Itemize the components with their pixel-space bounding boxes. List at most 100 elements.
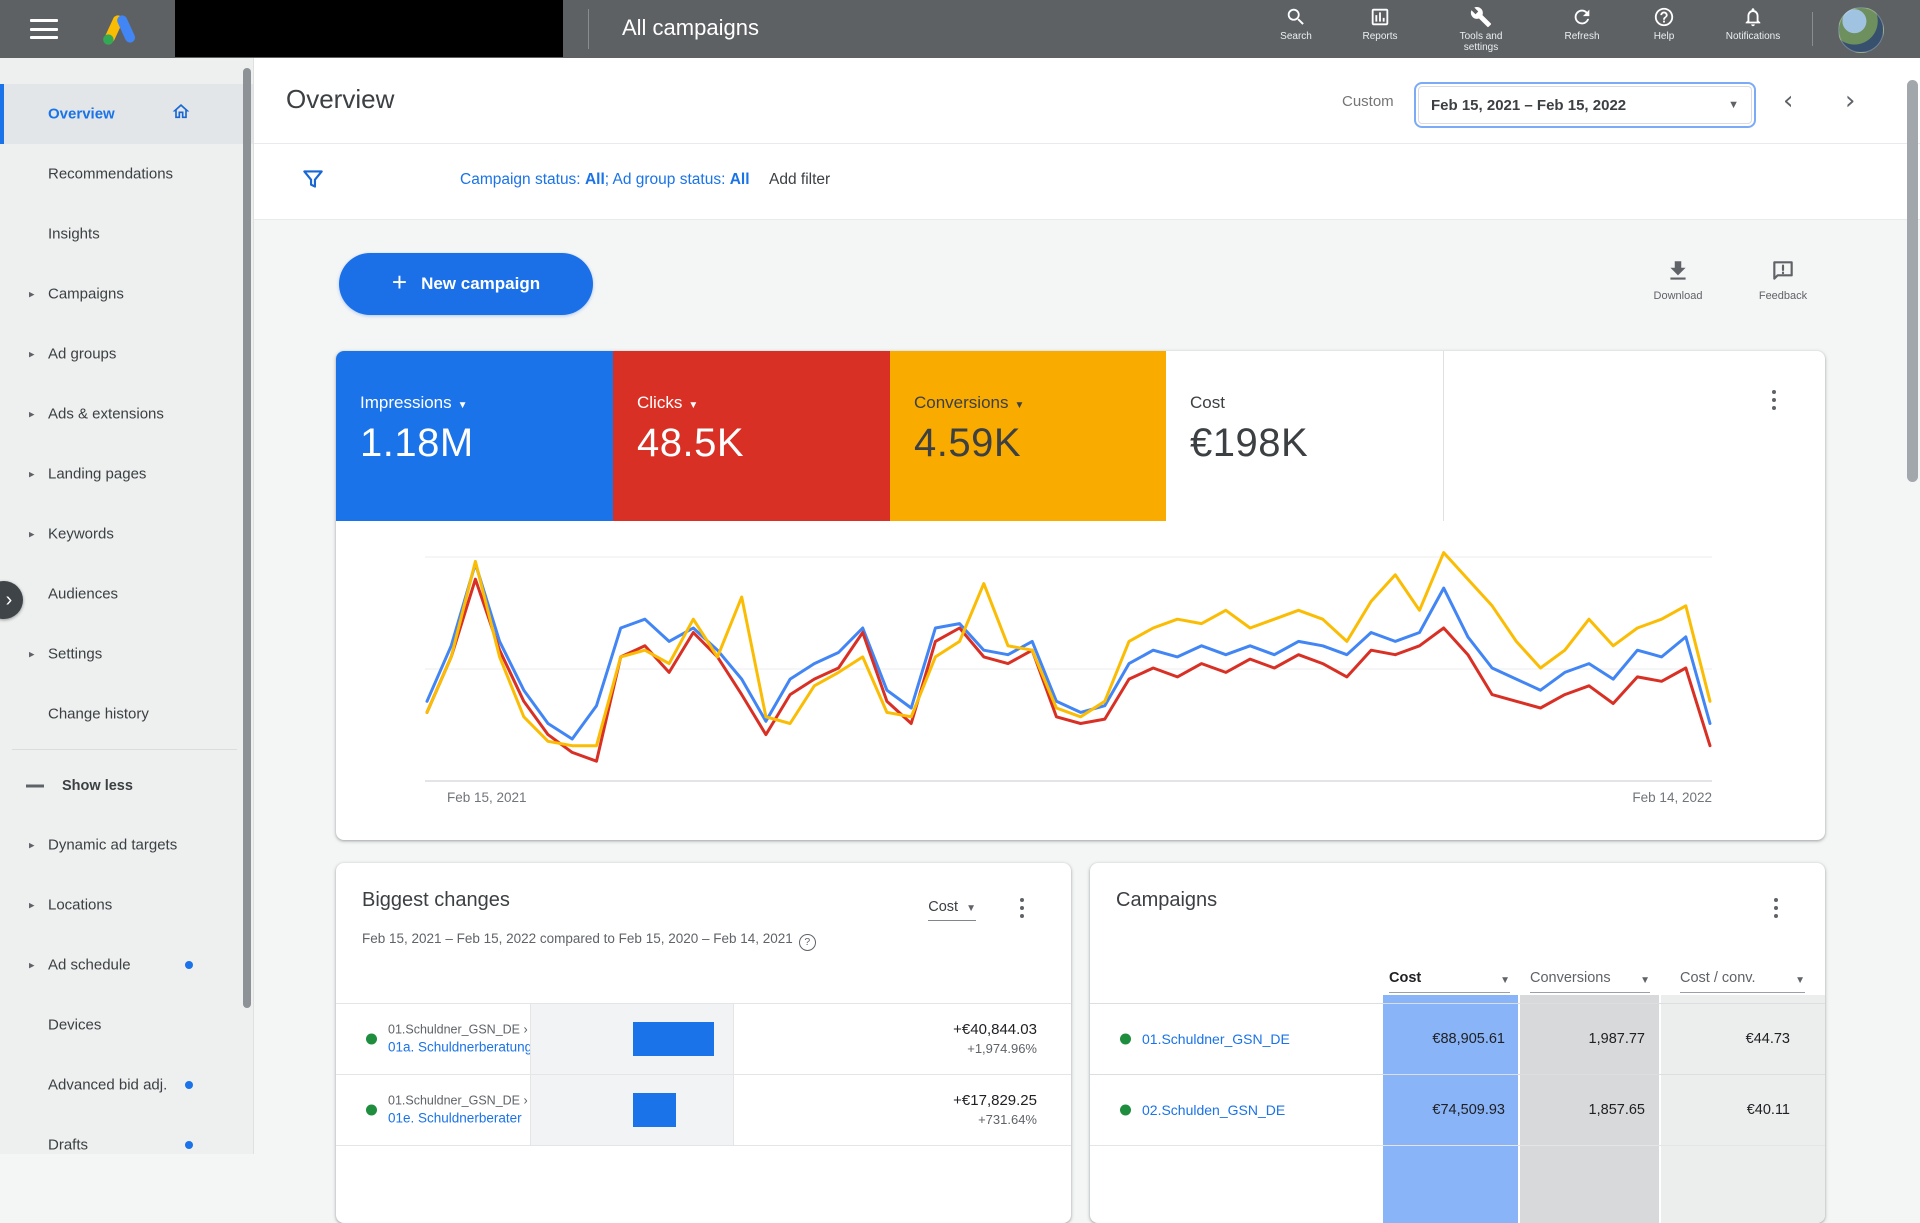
expand-caret-icon: ▸ xyxy=(29,648,35,661)
cost-cell: €74,509.93 xyxy=(1381,1102,1518,1118)
sidebar-item-audiences[interactable]: Audiences xyxy=(0,564,253,624)
sidebar-item-settings[interactable]: ▸Settings xyxy=(0,624,253,684)
change-bar xyxy=(633,1022,714,1056)
clicks-value: 48.5K xyxy=(637,421,744,466)
chevron-down-icon: ▼ xyxy=(458,400,468,411)
chevron-down-icon: ▼ xyxy=(1640,975,1650,986)
tools-button[interactable]: Tools and settings xyxy=(1435,6,1527,53)
search-label: Search xyxy=(1250,31,1342,42)
scorecard-conversions[interactable]: Conversions▼ 4.59K xyxy=(890,351,1166,521)
sidebar-item-insights[interactable]: Insights xyxy=(0,204,253,264)
date-range-picker[interactable]: Feb 15, 2021 – Feb 15, 2022 ▼ xyxy=(1418,86,1752,124)
status-dot xyxy=(1120,1105,1131,1116)
previous-period-button[interactable]: ‹ xyxy=(1783,86,1793,116)
navigation-sidebar: Overview Recommendations Insights ▸Campa… xyxy=(0,58,254,1154)
table-row: 01.Schuldner_GSN_DE €88,905.61 1,987.77 … xyxy=(1090,1003,1825,1074)
feedback-button[interactable]: Feedback xyxy=(1738,258,1828,302)
reports-label: Reports xyxy=(1334,31,1426,42)
topbar-divider xyxy=(588,9,589,49)
notification-dot xyxy=(185,1081,193,1089)
menu-icon[interactable] xyxy=(30,19,58,39)
metric-selector[interactable]: Cost▼ xyxy=(928,899,976,921)
campaign-link[interactable]: 01.Schuldner_GSN_DE xyxy=(1142,1031,1290,1047)
sidebar-item-locations[interactable]: ▸Locations xyxy=(0,875,253,935)
redacted-account-name xyxy=(175,0,563,57)
ad-group-link[interactable]: 01e. Schuldnerberater xyxy=(388,1110,528,1128)
card-menu-kebab-icon[interactable] xyxy=(1765,387,1783,413)
reports-icon xyxy=(1334,6,1426,28)
table-row: 01.Schuldner_GSN_DE › 01e. Schuldnerbera… xyxy=(336,1074,1071,1145)
scorecard-cost[interactable]: Cost €198K xyxy=(1166,351,1444,521)
change-percent: +1,974.96% xyxy=(967,1040,1037,1058)
add-filter-button[interactable]: Add filter xyxy=(769,171,830,189)
x-axis-end-label: Feb 14, 2022 xyxy=(1632,790,1712,805)
change-percent: +731.64% xyxy=(978,1111,1037,1129)
download-button[interactable]: Download xyxy=(1633,258,1723,302)
sidebar-item-drafts[interactable]: Drafts xyxy=(0,1115,253,1175)
campaign-path: 01.Schuldner_GSN_DE › xyxy=(388,1093,528,1110)
date-range-focus-ring: Feb 15, 2021 – Feb 15, 2022 ▼ xyxy=(1414,82,1756,128)
search-button[interactable]: Search xyxy=(1250,6,1342,42)
column-header-cost-per-conv[interactable]: Cost / conv.▼ xyxy=(1680,970,1805,993)
sidebar-item-recommendations[interactable]: Recommendations xyxy=(0,144,253,204)
download-icon xyxy=(1633,258,1723,284)
impressions-value: 1.18M xyxy=(360,421,474,466)
scorecard-clicks[interactable]: Clicks▼ 48.5K xyxy=(613,351,890,521)
change-bar xyxy=(633,1093,676,1127)
trend-line-conversions xyxy=(427,553,1710,746)
column-header-conversions[interactable]: Conversions▼ xyxy=(1530,970,1650,993)
sidebar-item-campaigns[interactable]: ▸Campaigns xyxy=(0,264,253,324)
show-less-button[interactable]: Show less xyxy=(0,756,253,816)
expand-caret-icon: ▸ xyxy=(29,468,35,481)
page-context-title: All campaigns xyxy=(622,15,759,41)
change-amount: +€40,844.03 xyxy=(953,1020,1037,1040)
expand-caret-icon: ▸ xyxy=(29,348,35,361)
card-menu-kebab-icon[interactable] xyxy=(1013,895,1031,921)
campaign-link[interactable]: 02.Schulden_GSN_DE xyxy=(1142,1102,1285,1118)
notifications-button[interactable]: Notifications xyxy=(1707,6,1799,42)
expand-caret-icon: ▸ xyxy=(29,528,35,541)
sidebar-item-change-history[interactable]: Change history xyxy=(0,684,253,744)
chevron-down-icon: ▼ xyxy=(966,903,976,914)
sidebar-item-ads-extensions[interactable]: ▸Ads & extensions xyxy=(0,384,253,444)
page-scrollbar[interactable] xyxy=(1907,80,1918,482)
card-menu-kebab-icon[interactable] xyxy=(1767,895,1785,921)
expand-caret-icon: ▸ xyxy=(29,408,35,421)
sidebar-item-devices[interactable]: Devices xyxy=(0,995,253,1055)
sidebar-item-overview[interactable]: Overview xyxy=(0,84,253,144)
refresh-button[interactable]: Refresh xyxy=(1536,6,1628,42)
chevron-down-icon: ▼ xyxy=(1500,975,1510,986)
sidebar-scrollbar[interactable] xyxy=(243,68,251,1008)
sidebar-item-ad-schedule[interactable]: ▸Ad schedule xyxy=(0,935,253,995)
sidebar-item-landing-pages[interactable]: ▸Landing pages xyxy=(0,444,253,504)
help-button[interactable]: Help xyxy=(1618,6,1710,42)
active-filters-chip[interactable]: Campaign status: All; Ad group status: A… xyxy=(460,171,750,189)
ad-group-link[interactable]: 01a. Schuldnerberatung xyxy=(388,1039,532,1057)
filter-icon xyxy=(300,166,326,197)
expand-caret-icon: ▸ xyxy=(29,839,35,852)
notifications-icon xyxy=(1707,6,1799,28)
column-header-cost[interactable]: Cost▼ xyxy=(1389,970,1510,993)
tools-label: Tools and settings xyxy=(1450,31,1512,53)
sidebar-item-keywords[interactable]: ▸Keywords xyxy=(0,504,253,564)
campaigns-card: Campaigns Cost▼ Conversions▼ Cost / conv… xyxy=(1090,863,1825,1223)
topbar-divider xyxy=(1812,12,1813,46)
scorecard-impressions[interactable]: Impressions▼ 1.18M xyxy=(336,351,613,521)
sidebar-item-advanced-bid-adj[interactable]: Advanced bid adj. xyxy=(0,1055,253,1115)
new-campaign-button[interactable]: + New campaign xyxy=(339,253,593,315)
sidebar-item-ad-groups[interactable]: ▸Ad groups xyxy=(0,324,253,384)
google-ads-logo xyxy=(100,11,140,52)
next-period-button[interactable]: › xyxy=(1845,86,1855,116)
cost-per-conv-cell: €40.11 xyxy=(1659,1102,1825,1118)
notifications-label: Notifications xyxy=(1707,31,1799,42)
help-label: Help xyxy=(1618,31,1710,42)
feedback-icon xyxy=(1738,258,1828,284)
help-icon[interactable]: ? xyxy=(799,934,816,951)
account-avatar[interactable] xyxy=(1838,7,1884,53)
sidebar-item-dynamic-ad-targets[interactable]: ▸Dynamic ad targets xyxy=(0,815,253,875)
filter-bar: Campaign status: All; Ad group status: A… xyxy=(253,143,1920,220)
plus-icon: + xyxy=(392,267,407,298)
reports-button[interactable]: Reports xyxy=(1334,6,1426,42)
search-icon xyxy=(1250,6,1342,28)
trend-line-clicks xyxy=(427,579,1710,761)
